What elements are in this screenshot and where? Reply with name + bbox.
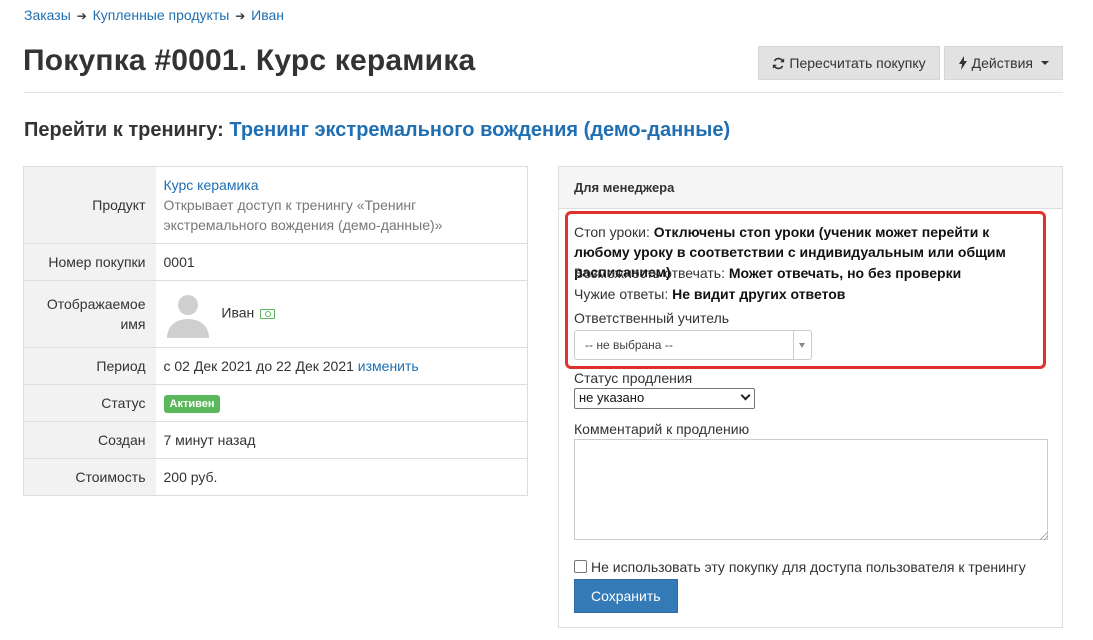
arrow-right-icon: ➔ (76, 9, 87, 23)
table-row: Отображаемое имя Иван (23, 280, 528, 348)
recalc-purchase-button[interactable]: Пересчитать покупку (758, 46, 940, 80)
no-access-checkbox[interactable] (574, 560, 587, 573)
table-row: Продукт Курс керамика Открывает доступ к… (23, 166, 528, 244)
period-key: Период (23, 347, 156, 385)
actions-dropdown-button[interactable]: Действия (943, 46, 1063, 80)
renew-comment-textarea[interactable] (574, 439, 1048, 540)
answer-ability-value: Может отвечать, но без проверки (728, 265, 962, 281)
renew-comment-label: Комментарий к продлению (574, 421, 750, 437)
stop-lessons-label: Стоп уроки: (574, 224, 650, 240)
answer-ability-line: Возможность отвечать: Может отвечать, но… (574, 263, 961, 283)
divider (24, 92, 1063, 93)
product-link[interactable]: Курс керамика (164, 175, 520, 195)
created-key: Создан (23, 421, 156, 459)
table-row: Номер покупки 0001 (23, 243, 528, 281)
chevron-down-icon (740, 390, 751, 401)
manager-panel: Для менеджера Стоп уроки: Отключены стоп… (558, 166, 1063, 628)
purchase-number-key: Номер покупки (23, 243, 156, 281)
actions-label: Действия (971, 55, 1033, 71)
others-answers-line: Чужие ответы: Не видит других ответов (574, 284, 845, 304)
resize-grip-icon[interactable] (1040, 532, 1048, 540)
refresh-icon (773, 57, 785, 69)
money-icon[interactable] (260, 309, 276, 319)
renew-status-label: Статус продления (574, 370, 693, 386)
others-answers-label: Чужие ответы: (574, 286, 669, 302)
caret-down-icon (1041, 61, 1049, 65)
product-key: Продукт (23, 166, 156, 244)
product-description: Открывает доступ к тренингу «Тренинг экс… (163, 197, 443, 233)
breadcrumb-orders[interactable]: Заказы (24, 7, 71, 23)
status-value: Активен (155, 384, 528, 422)
chevron-down-icon (793, 331, 811, 359)
table-row: Период с 02 Дек 2021 до 22 Дек 2021 изме… (23, 347, 528, 385)
recalc-purchase-label: Пересчитать покупку (789, 55, 926, 71)
purchase-info-table: Продукт Курс керамика Открывает доступ к… (23, 166, 528, 496)
page-title: Покупка #0001. Курс керамика (23, 44, 476, 77)
teacher-select-value: -- не выбрана -- (585, 338, 673, 352)
avatar (166, 295, 209, 338)
manager-panel-title: Для менеджера (559, 167, 1062, 209)
breadcrumb-user[interactable]: Иван (251, 7, 284, 23)
status-key: Статус (23, 384, 156, 422)
others-answers-value: Не видит других ответов (672, 286, 846, 302)
save-button[interactable]: Сохранить (574, 579, 678, 613)
display-name-key: Отображаемое имя (23, 280, 156, 348)
display-name-value: Иван (155, 280, 528, 348)
goto-training-heading: Перейти к тренингу: Тренинг экстремально… (24, 119, 730, 142)
created-value: 7 минут назад (155, 421, 528, 459)
renew-status-select[interactable]: не указано (574, 388, 755, 409)
period-value: с 02 Дек 2021 до 22 Дек 2021 изменить (155, 347, 528, 385)
period-text: с 02 Дек 2021 до 22 Дек 2021 (163, 358, 354, 374)
status-badge: Активен (163, 394, 221, 413)
training-link[interactable]: Тренинг экстремального вождения (демо-да… (229, 119, 730, 141)
purchase-number-value: 0001 (155, 243, 528, 281)
product-value: Курс керамика Открывает доступ к тренинг… (156, 167, 528, 244)
table-row: Создан 7 минут назад (23, 421, 528, 459)
breadcrumb: Заказы ➔ Купленные продукты ➔ Иван (24, 7, 284, 23)
teacher-select[interactable]: -- не выбрана -- (574, 330, 812, 360)
renew-status-value: не указано (579, 390, 645, 405)
top-toolbar: Пересчитать покупку Действия (758, 46, 1063, 80)
user-name[interactable]: Иван (221, 305, 254, 321)
arrow-right-icon: ➔ (235, 9, 246, 23)
table-row: Статус Активен (23, 384, 528, 422)
breadcrumb-purchased-products[interactable]: Купленные продукты (93, 7, 230, 23)
goto-training-label: Перейти к тренингу: (24, 119, 224, 141)
answer-ability-label: Возможность отвечать: (574, 265, 725, 281)
cost-key: Стоимость (23, 458, 156, 496)
table-row: Стоимость 200 руб. (23, 458, 528, 496)
change-period-link[interactable]: изменить (358, 358, 419, 374)
bolt-icon (958, 56, 967, 70)
teacher-label: Ответственный учитель (574, 310, 730, 326)
cost-value: 200 руб. (155, 458, 528, 496)
no-access-label: Не использовать эту покупку для доступа … (591, 559, 1026, 575)
